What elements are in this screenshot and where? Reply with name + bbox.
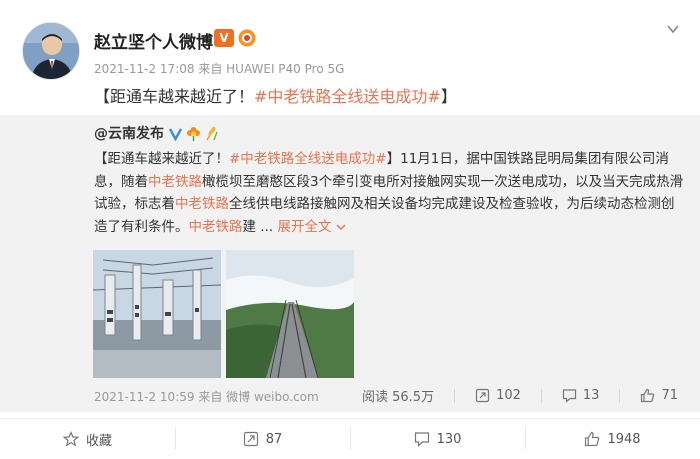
comment-button[interactable]: 130: [350, 419, 525, 459]
post-text-suffix: 】: [440, 87, 457, 106]
like-count-button[interactable]: 71: [640, 388, 678, 403]
like-count: 71: [661, 388, 678, 403]
repost-timestamp[interactable]: 2021-11-2 10:59: [94, 390, 195, 404]
repost-count-button[interactable]: 102: [475, 388, 521, 403]
thumbs-up-icon: [585, 431, 600, 447]
repost-text: 【距通车越来越近了！#中老铁路全线送电成功#】11月1日，据中国铁路昆明局集团有…: [94, 148, 684, 238]
repost-text-part: 【距通车越来越近了！: [94, 151, 229, 167]
topic-link[interactable]: 中老铁路: [189, 219, 243, 235]
comment-count: 13: [582, 388, 600, 403]
favorite-button[interactable]: 收藏: [0, 419, 175, 459]
post-text: 【距通车越来越近了！#中老铁路全线送电成功#】: [94, 83, 457, 107]
post-actions-bar: 收藏 87 130 1948: [0, 418, 700, 459]
author-name[interactable]: 赵立坚个人微博: [94, 28, 213, 53]
comment-icon: [562, 389, 577, 403]
like-button[interactable]: 1948: [525, 419, 700, 459]
verified-v-icon: [168, 127, 183, 141]
repost-count: 87: [265, 431, 283, 447]
comment-count-button[interactable]: 13: [562, 388, 600, 403]
repost-author-row: @云南发布: [94, 123, 219, 143]
divider: [540, 388, 542, 403]
expand-label: 展开全文: [277, 218, 332, 235]
repost-icon: [243, 431, 258, 447]
like-count: 1948: [607, 431, 641, 447]
flower-badge-icon: [187, 126, 200, 141]
topic-link[interactable]: 中老铁路: [148, 174, 202, 190]
post-text-prefix: 【距通车越来越近了！: [94, 87, 255, 106]
post-meta: 2021-11-2 17:08 来自 HUAWEI P40 Pro 5G: [94, 60, 344, 77]
star-icon: [62, 431, 79, 447]
verified-icon: V: [214, 29, 234, 47]
favorite-label: 收藏: [85, 433, 112, 449]
repost-author[interactable]: @云南发布: [94, 123, 164, 143]
repost-stats: 阅读 56.5万 102 13 71: [362, 386, 678, 405]
read-count: 阅读 56.5万: [362, 390, 435, 405]
more-options-chevron-icon[interactable]: [666, 22, 680, 36]
hashtag-link[interactable]: #中老铁路全线送电成功#: [229, 151, 387, 167]
repost-text-part: 建 ...: [242, 218, 274, 235]
image-thumbnail-railway[interactable]: [226, 250, 354, 378]
divider: [454, 388, 456, 403]
repost-button[interactable]: 87: [175, 419, 350, 459]
comment-count: 130: [436, 431, 462, 447]
repost-icon: [475, 388, 490, 403]
comment-icon: [414, 432, 429, 447]
topic-link[interactable]: 中老铁路: [175, 196, 229, 212]
thumbs-up-icon: [641, 388, 655, 403]
repost-card: @云南发布 【距通车越来越近了！#中老铁路全线送电成功#】11月1日，据中国铁路…: [0, 115, 700, 412]
post-timestamp[interactable]: 2021-11-2 17:08: [94, 62, 195, 76]
hashtag-link[interactable]: #中老铁路全线送电成功#: [254, 87, 441, 106]
expand-full-text-link[interactable]: 展开全文: [277, 218, 346, 235]
repost-meta: 2021-11-2 10:59 来自 微博 weibo.com: [94, 388, 319, 405]
repost-count: 102: [496, 388, 521, 403]
repost-source: 来自 微博 weibo.com: [198, 390, 319, 404]
image-thumbnail-substation[interactable]: [93, 250, 221, 378]
wheat-badge-icon: [206, 126, 218, 140]
avatar[interactable]: [22, 22, 80, 80]
chevron-down-icon: [336, 224, 346, 230]
post-source: 来自 HUAWEI P40 Pro 5G: [198, 62, 345, 76]
divider: [619, 388, 621, 403]
author-badges: V: [214, 28, 257, 48]
member-level-icon: [238, 29, 256, 47]
